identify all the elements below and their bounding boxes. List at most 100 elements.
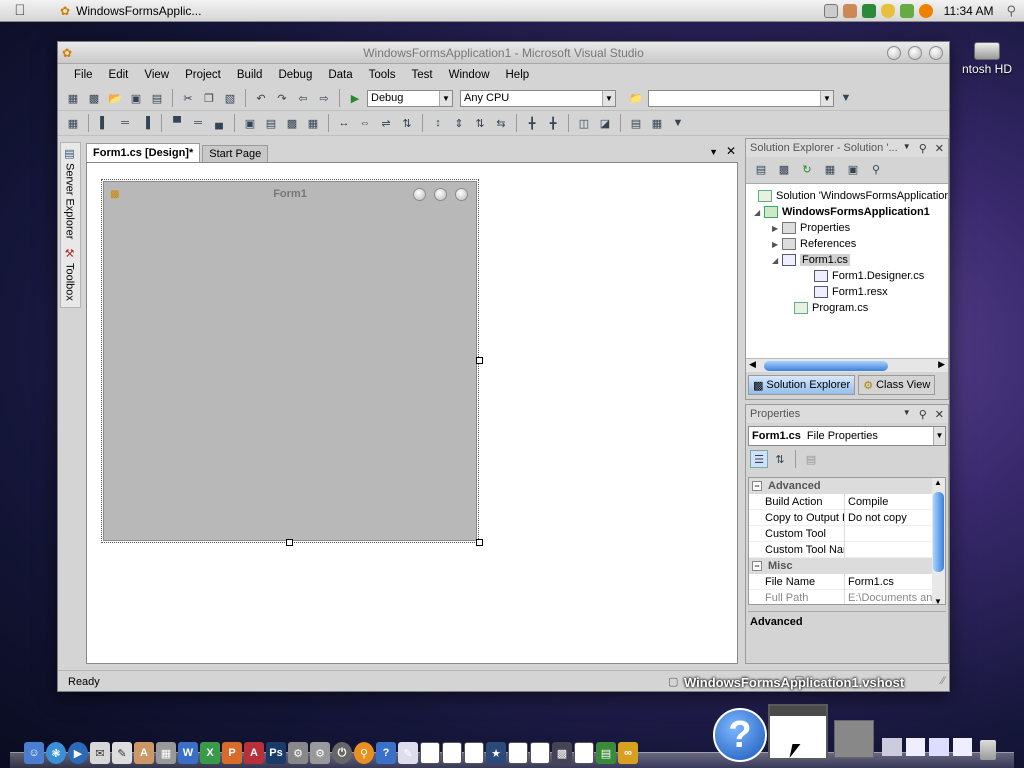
resize-handle-right[interactable]: [476, 357, 483, 364]
redo-icon[interactable]: ↷: [273, 89, 291, 107]
remove-vspacing-icon[interactable]: ⇆: [492, 114, 510, 132]
send-to-back-icon[interactable]: ◪: [596, 114, 614, 132]
decrease-vspacing-icon[interactable]: ⇅: [471, 114, 489, 132]
safari-icon[interactable]: ❃: [46, 742, 66, 764]
form-maximize-button[interactable]: [434, 187, 447, 201]
menu-project[interactable]: Project: [177, 69, 229, 81]
stacks-icon[interactable]: [882, 738, 972, 760]
menu-help[interactable]: Help: [498, 69, 538, 81]
center-vertically-icon[interactable]: ╋: [544, 114, 562, 132]
cut-icon[interactable]: ✂: [179, 89, 197, 107]
property-value[interactable]: Do not copy: [845, 512, 907, 524]
category-advanced[interactable]: − Advanced: [749, 478, 945, 494]
scroll-thumb[interactable]: [764, 361, 888, 371]
align-rights-icon[interactable]: ▐: [137, 114, 155, 132]
menu-debug[interactable]: Debug: [270, 69, 320, 81]
apple-icon[interactable]: : [0, 2, 40, 19]
network-icon[interactable]: [899, 3, 914, 18]
start-debug-icon[interactable]: ▶: [346, 89, 364, 107]
solution-explorer-header[interactable]: Solution Explorer - Solution '... ▼ ⚲ ✕: [746, 139, 948, 157]
property-row[interactable]: Build Action Compile: [749, 493, 945, 510]
find-combo[interactable]: ▼: [648, 89, 834, 107]
finder-icon[interactable]: ☺: [24, 742, 44, 764]
tree-node-references[interactable]: ▶ References: [772, 236, 856, 252]
new-project-icon[interactable]: ▦: [64, 89, 82, 107]
access-icon[interactable]: A: [244, 742, 264, 764]
menu-file[interactable]: File: [66, 69, 101, 81]
window-titlebar[interactable]: ✿ WindowsFormsApplication1 - Microsoft V…: [58, 42, 949, 64]
green-app-icon[interactable]: [861, 3, 876, 18]
tree-node-properties[interactable]: ▶ Properties: [772, 220, 850, 236]
window-icon[interactable]: [574, 742, 594, 764]
copy-icon[interactable]: ❐: [200, 89, 218, 107]
collapse-icon[interactable]: −: [752, 561, 762, 571]
help-icon[interactable]: ?: [376, 742, 396, 764]
property-value[interactable]: E:\Documents and: [845, 592, 939, 604]
make-same-size-icon[interactable]: ▩: [283, 114, 301, 132]
center-horizontally-icon[interactable]: ╋: [523, 114, 541, 132]
solution-platform-combo[interactable]: Any CPU ▼: [460, 89, 616, 107]
close-button[interactable]: [929, 45, 943, 60]
decrease-hspacing-icon[interactable]: ⇌: [377, 114, 395, 132]
tab-class-view[interactable]: ⚙ Class View: [858, 375, 936, 395]
tab-start-page[interactable]: Start Page: [202, 145, 269, 162]
scroll-up-icon[interactable]: ▲: [934, 478, 942, 487]
form1-titlebar[interactable]: ▩ Form1: [104, 182, 476, 206]
calendar-icon[interactable]: [823, 3, 838, 18]
scroll-left-icon[interactable]: ◀: [749, 359, 756, 370]
menu-view[interactable]: View: [136, 69, 177, 81]
pin-icon[interactable]: ⚲: [919, 142, 927, 155]
photoshop-icon[interactable]: Ps: [266, 742, 286, 764]
font-app-icon[interactable]: A: [134, 742, 154, 764]
undo-icon[interactable]: ↶: [252, 89, 270, 107]
menu-tools[interactable]: Tools: [361, 69, 404, 81]
class-diagram-icon[interactable]: ⚲: [867, 160, 885, 178]
network-icon[interactable]: ★: [486, 742, 506, 764]
form-minimize-button[interactable]: [413, 187, 426, 201]
tab-solution-explorer[interactable]: ▩ Solution Explorer: [748, 375, 856, 395]
menu-test[interactable]: Test: [404, 69, 441, 81]
form-close-button[interactable]: [455, 187, 468, 201]
view-designer-icon[interactable]: ▣: [844, 160, 862, 178]
menubar-app[interactable]: ✿ WindowsFormsApplic...: [60, 4, 201, 18]
resize-grip-icon[interactable]: ∕∕: [941, 675, 945, 687]
tab-form1-design[interactable]: Form1.cs [Design]*: [86, 143, 201, 162]
spotlight-orange-icon[interactable]: [918, 3, 933, 18]
make-same-height-icon[interactable]: ▤: [262, 114, 280, 132]
collapse-icon[interactable]: ◢: [754, 208, 764, 217]
tree-node-project[interactable]: ◢ WindowsFormsApplication1: [754, 204, 930, 220]
vs-icon[interactable]: ∞: [618, 742, 638, 764]
navigate-back-icon[interactable]: ⇦: [294, 89, 312, 107]
search-icon[interactable]: ⚲: [354, 742, 374, 764]
expand-icon[interactable]: ▶: [772, 224, 782, 233]
tab-order-icon[interactable]: ▤: [627, 114, 645, 132]
power-icon[interactable]: ⏻: [332, 742, 352, 764]
size-to-grid-icon[interactable]: ▦: [304, 114, 322, 132]
property-grid-vscrollbar[interactable]: ▲ ▼: [932, 478, 945, 604]
active-files-icon[interactable]: ▼: [709, 147, 718, 157]
close-document-icon[interactable]: ✕: [726, 144, 736, 158]
property-row[interactable]: Custom Tool Nam: [749, 541, 945, 558]
menu-window[interactable]: Window: [441, 69, 498, 81]
form-designer-surface[interactable]: ▩ Form1: [86, 162, 738, 664]
save-icon[interactable]: ▣: [127, 89, 145, 107]
minimize-button[interactable]: [887, 45, 901, 60]
open-file-icon[interactable]: 📂: [106, 89, 124, 107]
make-hspacing-equal-icon[interactable]: ↔: [335, 114, 353, 132]
properties-object-selector[interactable]: Form1.cs File Properties ▼: [748, 426, 946, 446]
shield-icon[interactable]: [880, 3, 895, 18]
toolbar-options-icon[interactable]: ▼: [837, 89, 855, 107]
make-same-width-icon[interactable]: ▣: [241, 114, 259, 132]
align-tops-icon[interactable]: ▀: [168, 114, 186, 132]
menu-edit[interactable]: Edit: [101, 69, 137, 81]
property-row[interactable]: Full Path E:\Documents and: [749, 589, 945, 604]
align-to-grid-icon[interactable]: ▦: [64, 114, 82, 132]
navigate-forward-icon[interactable]: ⇨: [315, 89, 333, 107]
toolbar-options-icon[interactable]: ▼: [669, 114, 687, 132]
tools-icon[interactable]: [842, 3, 857, 18]
resize-handle-bottom[interactable]: [286, 539, 293, 546]
categorized-icon[interactable]: ☰: [750, 450, 768, 468]
close-icon[interactable]: ✕: [935, 408, 944, 421]
monitor-icon[interactable]: ▩: [552, 742, 572, 764]
lock-controls-icon[interactable]: ▦: [648, 114, 666, 132]
